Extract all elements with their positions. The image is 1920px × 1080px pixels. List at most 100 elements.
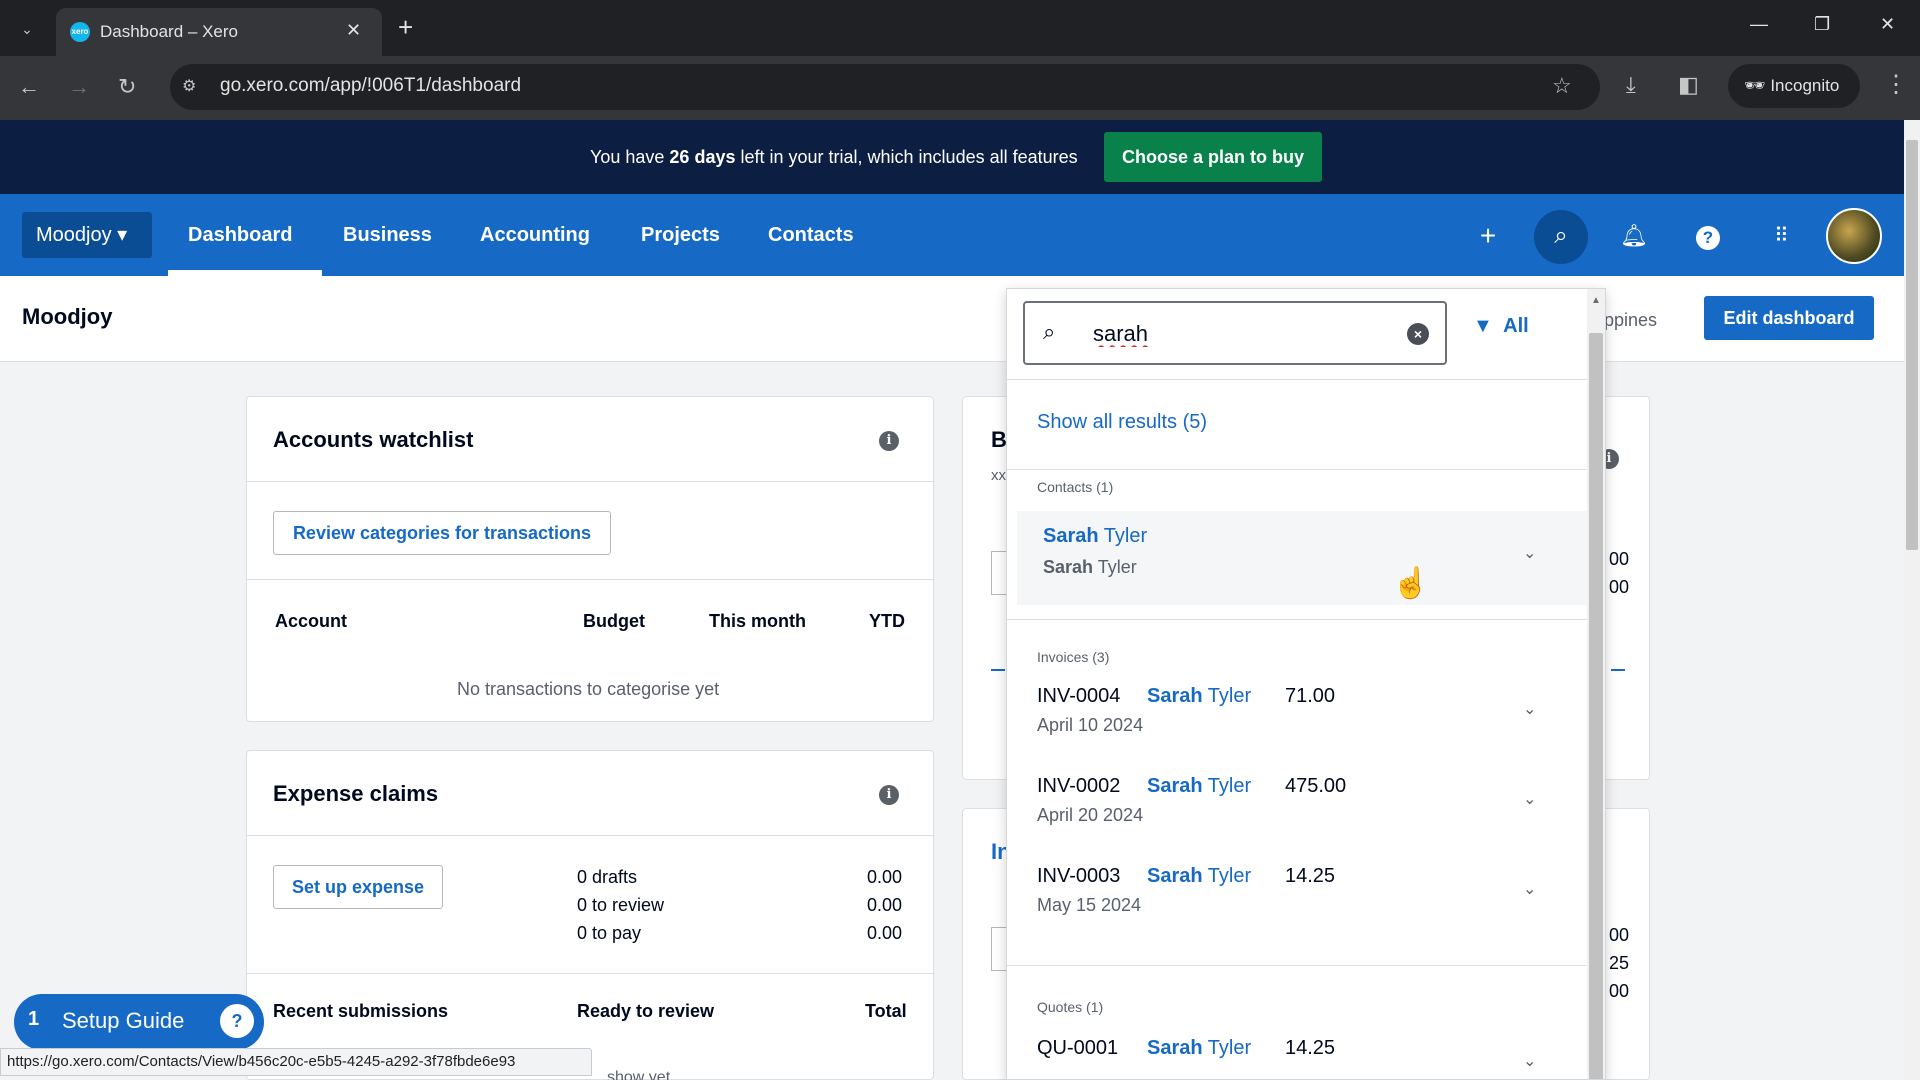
chevron-down-icon[interactable]: ⌄ [1523,543,1536,563]
col-total: Total [865,1001,907,1021]
info-icon[interactable]: i [879,431,899,451]
dropdown-scroll-thumb[interactable] [1589,333,1603,1079]
browser-menu-icon[interactable]: ⋮ [1884,70,1908,99]
edit-dashboard-button[interactable]: Edit dashboard [1704,296,1874,340]
show-all-results-link[interactable]: Show all results (5) [1037,411,1207,434]
filter-button[interactable]: ▼ All [1473,315,1529,338]
reload-icon[interactable]: ↻ [118,74,136,100]
site-info-icon[interactable]: ⚙ [182,76,196,96]
invoice-date: April 20 2024 [1037,805,1144,825]
choose-plan-button[interactable]: Choose a plan to buy [1104,132,1322,182]
filter-icon: ▼ [1473,315,1493,337]
col-this-month: This month [709,611,806,631]
chevron-down-icon[interactable]: ⌄ [1523,699,1536,719]
clear-search-icon[interactable]: × [1407,323,1429,345]
invoice-result-row[interactable]: INV-0004 Sarah Tyler 71.00 April 10 2024… [1017,681,1587,765]
review-categories-button[interactable]: Review categories for transactions [273,511,611,555]
new-tab-plus-icon[interactable]: + [398,12,413,43]
partial-value: 00 [1609,577,1630,597]
partial-value: 25 [1609,953,1630,973]
bookmark-star-icon[interactable]: ☆ [1552,73,1572,99]
drafts-label: 0 drafts [577,867,638,887]
contact-result-row[interactable]: Sarah Tyler Sarah Tyler ⌄ [1017,511,1587,605]
tab-list-chevron-icon[interactable]: ⌄ [12,14,42,44]
xero-favicon-icon: xero [70,22,90,42]
to-review-value: 0.00 [867,895,903,915]
incognito-label: Incognito [1770,76,1840,95]
divider [247,481,933,482]
setup-guide-label: Setup Guide [62,1008,185,1033]
invoice-date: May 15 2024 [1037,895,1142,915]
browser-toolbar: ← → ↻ ⚙ go.xero.com/app/!006T1/dashboard… [0,56,1920,120]
set-up-expense-button[interactable]: Set up expense [273,865,443,909]
invoice-contact: Sarah Tyler [1147,685,1252,707]
search-box[interactable]: ⌕ × [1023,301,1447,365]
info-icon[interactable]: i [879,785,899,805]
setup-guide-button[interactable]: 1 Setup Guide ? [14,994,264,1050]
help-icon[interactable]: ? [1688,216,1728,256]
avatar[interactable] [1826,208,1882,264]
nav-accounting[interactable]: Accounting [480,194,590,276]
download-icon[interactable]: ⤓ [1626,72,1636,98]
invoice-result-row[interactable]: INV-0002 Sarah Tyler 475.00 April 20 202… [1017,771,1587,855]
tab-close-icon[interactable]: ✕ [346,20,361,41]
scroll-up-arrow-icon[interactable]: ▲ [1591,295,1601,306]
invoice-amount: 475.00 [1285,775,1347,797]
empty-state-text: No transactions to categorise yet [457,679,720,699]
to-review-label: 0 to review [577,895,665,915]
nav-dashboard[interactable]: Dashboard [188,194,292,276]
nav-contacts[interactable]: Contacts [768,194,854,276]
search-input[interactable] [1093,316,1393,352]
chevron-down-icon[interactable]: ⌄ [1523,1051,1536,1071]
chevron-down-icon[interactable]: ⌄ [1523,879,1536,899]
invoice-result-row[interactable]: INV-0003 Sarah Tyler 14.25 May 15 2024 ⌄ [1017,861,1587,945]
search-icon: ⌕ [1043,319,1056,344]
divider [1007,619,1587,620]
divider [247,973,933,974]
page-scroll-thumb[interactable] [1906,140,1918,550]
incognito-indicator[interactable]: 🕶 Incognito [1728,64,1860,108]
expense-claims-card: Expense claims i Set up expense 0 drafts… [246,750,934,1080]
restore-icon[interactable]: ❐ [1814,14,1830,35]
col-budget: Budget [583,611,645,631]
caret-down-icon: ▾ [117,224,128,246]
partial-value: 00 [1609,925,1630,945]
quotes-group-label: Quotes (1) [1037,999,1104,1015]
back-arrow-icon[interactable]: ← [18,74,40,100]
col-ytd: YTD [869,611,905,631]
minimize-icon[interactable]: — [1750,14,1768,35]
main-nav: Moodjoy ▾ Dashboard Business Accounting … [0,194,1904,276]
expense-title: Expense claims [273,781,439,806]
nav-business[interactable]: Business [343,194,432,276]
side-panel-icon[interactable]: ◧ [1678,72,1699,98]
invoice-date: April 10 2024 [1037,715,1144,735]
trial-banner: You have 26 days left in your trial, whi… [0,120,1904,194]
search-icon[interactable]: ⌕ [1534,210,1588,264]
to-pay-label: 0 to pay [577,923,642,943]
watchlist-title: Accounts watchlist [273,427,474,452]
divider [1007,965,1587,966]
invoice-number: INV-0002 [1037,775,1121,797]
window-close-icon[interactable]: ✕ [1880,14,1895,35]
partial-value: 00 [1609,981,1630,1001]
help-chat-icon[interactable]: ? [220,1004,254,1038]
nav-projects[interactable]: Projects [641,194,720,276]
search-dropdown: ⌕ × ▼ All Show all results (5) Contacts … [1006,288,1606,1080]
drafts-value: 0.00 [867,867,903,887]
bell-icon[interactable]: 🔔︎ [1614,216,1654,256]
org-switcher-button[interactable]: Moodjoy ▾ [22,212,152,258]
browser-tab[interactable]: xero Dashboard – Xero ✕ [56,8,382,56]
chevron-down-icon[interactable]: ⌄ [1523,789,1536,809]
forward-arrow-icon[interactable]: → [68,74,90,100]
col-ready-to-review: Ready to review [577,1001,715,1021]
bank-card-sub: xx [991,467,1006,484]
quote-contact: Sarah Tyler [1147,1037,1252,1059]
divider [247,835,933,836]
trial-message: You have 26 days left in your trial, whi… [590,147,1078,167]
invoice-contact: Sarah Tyler [1147,865,1252,887]
quote-result-row[interactable]: QU-0001 Sarah Tyler 14.25 ⌄ [1017,1033,1587,1079]
col-account: Account [275,611,347,631]
apps-grid-icon[interactable]: ⠿ [1762,216,1802,256]
address-bar[interactable]: ⚙ go.xero.com/app/!006T1/dashboard ☆ [170,64,1600,110]
plus-icon[interactable]: + [1468,216,1508,256]
